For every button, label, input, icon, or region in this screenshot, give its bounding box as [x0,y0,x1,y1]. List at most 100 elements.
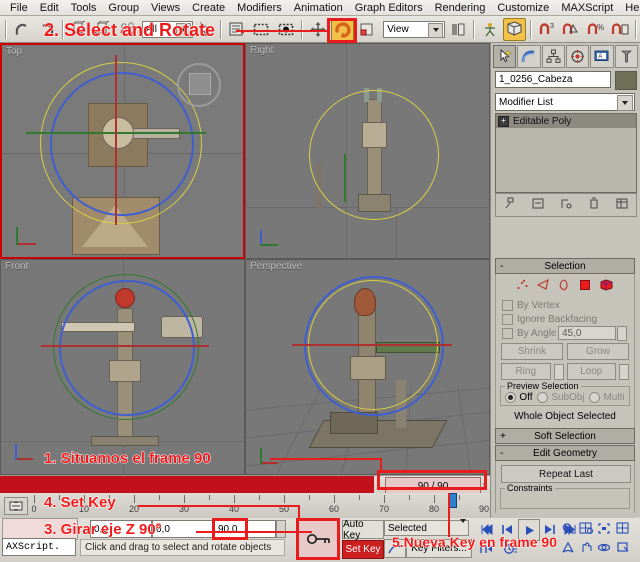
auto-key-button[interactable]: Auto Key [342,520,384,539]
ring-button[interactable]: Ring [501,363,551,380]
show-end-result-icon[interactable] [532,197,544,213]
loop-spinner[interactable] [619,364,629,380]
border-icon[interactable] [558,279,571,294]
window-crossing-icon[interactable] [275,18,297,41]
menu-item-file[interactable]: File [4,1,34,15]
edge-icon[interactable] [537,279,550,294]
by-angle-value-field[interactable]: 45,0 [558,326,616,340]
zoom-extents-all-icon[interactable] [613,518,633,538]
pan-view-icon[interactable] [576,537,596,557]
menu-item-help[interactable]: Help [619,1,640,15]
reference-coordinate-value: View [387,24,409,35]
expand-plus-icon[interactable]: + [498,116,509,127]
snap-toggle-3d-icon[interactable] [503,18,525,41]
snap-toggle-icon[interactable]: 3 [536,18,558,41]
percent-snap-toggle-icon[interactable]: % [584,18,606,41]
motion-tab[interactable] [566,45,589,68]
chevron-down-icon[interactable] [617,95,633,111]
grow-button[interactable]: Grow [567,343,629,360]
annotation-line-4 [138,505,300,507]
by-angle-spinner[interactable] [617,326,627,341]
repeat-last-button[interactable]: Repeat Last [501,465,631,483]
display-tab[interactable]: A [590,45,613,68]
viewport-perspective[interactable]: Perspective [245,259,490,475]
orbit-icon[interactable] [594,537,614,557]
by-vertex-checkbox[interactable] [502,300,513,311]
highlight-rotate-tool [327,18,357,43]
viewport-front[interactable]: Front [0,259,245,475]
preview-subobj-radio[interactable]: SubObj [537,392,584,403]
configure-modifier-sets-icon[interactable] [616,197,628,213]
polygon-icon[interactable] [579,279,592,294]
highlight-z-rotation-field [212,518,248,540]
menu-item-edit[interactable]: Edit [34,1,65,15]
rollout-header-selection[interactable]: - Selection [495,258,635,274]
menu-item-views[interactable]: Views [145,1,186,15]
viewport-top[interactable]: Top [0,43,245,259]
select-region-icon[interactable] [250,18,272,41]
object-color-swatch[interactable] [615,71,637,90]
rollout-header-soft-selection[interactable]: + Soft Selection [495,428,635,444]
time-slider-track[interactable] [0,476,374,494]
by-angle-checkbox[interactable] [502,328,513,339]
menu-item-modifiers[interactable]: Modifiers [231,1,288,15]
pin-stack-icon[interactable] [504,197,516,213]
viewport-right[interactable]: Right [245,43,490,259]
spinner-snap-toggle-icon[interactable] [609,18,631,41]
zoom-icon[interactable] [558,518,578,538]
vertex-icon[interactable] [516,279,529,294]
set-key-button[interactable]: Set Key [342,540,384,559]
remove-modifier-icon[interactable] [588,197,600,213]
select-and-manipulate-icon[interactable] [479,18,501,41]
rollout-toggle-icon[interactable]: - [500,261,503,272]
hierarchy-tab[interactable] [542,45,565,68]
create-tab[interactable] [493,45,516,68]
loop-button[interactable]: Loop [567,363,617,380]
maximize-viewport-toggle-icon[interactable] [613,537,633,557]
reference-coordinate-combo[interactable]: View [383,21,445,38]
by-angle-row[interactable]: By Angle 45,0 [496,326,634,340]
zoom-all-icon[interactable] [576,518,596,538]
modifier-stack[interactable]: + Editable Poly [495,113,637,193]
maxscript-mini-listener[interactable]: AXScript. [2,538,76,556]
undo-arrow-icon[interactable] [11,18,33,41]
command-panel-tabs: A [493,45,639,67]
menu-item-tools[interactable]: Tools [65,1,103,15]
preview-off-radio[interactable]: Off [505,392,532,403]
use-pivot-center-icon[interactable] [446,18,468,41]
chevron-down-icon[interactable] [460,523,466,534]
utilities-tab[interactable] [615,45,638,68]
shrink-button[interactable]: Shrink [501,343,563,360]
angle-snap-toggle-icon[interactable] [560,18,582,41]
rollout-toggle-icon[interactable]: - [500,448,503,459]
menu-item-create[interactable]: Create [186,1,231,15]
rollout-header-edit-geometry[interactable]: - Edit Geometry [495,445,635,461]
object-name-field[interactable]: 1_0256_Cabeza [495,71,611,88]
menu-item-animation[interactable]: Animation [288,1,349,15]
ignore-backfacing-checkbox-row[interactable]: Ignore Backfacing [496,312,634,326]
coord-y-field[interactable]: 0,0 [152,520,214,538]
menu-item-graph-editors[interactable]: Graph Editors [349,1,429,15]
chevron-down-icon[interactable] [428,23,443,38]
menu-item-rendering[interactable]: Rendering [429,1,492,15]
select-and-scale-icon[interactable] [356,18,378,41]
menu-item-maxscript[interactable]: MAXScript [555,1,619,15]
by-vertex-checkbox-row[interactable]: By Vertex [496,298,634,312]
menu-item-customize[interactable]: Customize [491,1,555,15]
modify-tab[interactable] [517,45,540,68]
select-by-name-icon[interactable] [226,18,248,41]
ring-spinner[interactable] [554,364,564,380]
modifier-list-dropdown[interactable]: Modifier List [495,93,635,111]
open-mini-curve-editor-icon[interactable] [4,497,28,515]
rollout-toggle-icon[interactable]: + [500,431,506,442]
stack-item-editable-poly[interactable]: + Editable Poly [496,114,636,128]
status-prompt-line: Click and drag to select and rotate obje… [80,539,285,556]
zoom-extents-icon[interactable] [594,518,614,538]
ignore-backfacing-checkbox[interactable] [502,314,513,325]
field-of-view-icon[interactable] [558,537,578,557]
coord-spinner[interactable] [276,520,286,538]
preview-multi-radio[interactable]: Multi [589,392,624,403]
element-icon[interactable] [600,279,614,294]
menu-item-group[interactable]: Group [102,1,145,15]
make-unique-icon[interactable] [560,197,572,213]
